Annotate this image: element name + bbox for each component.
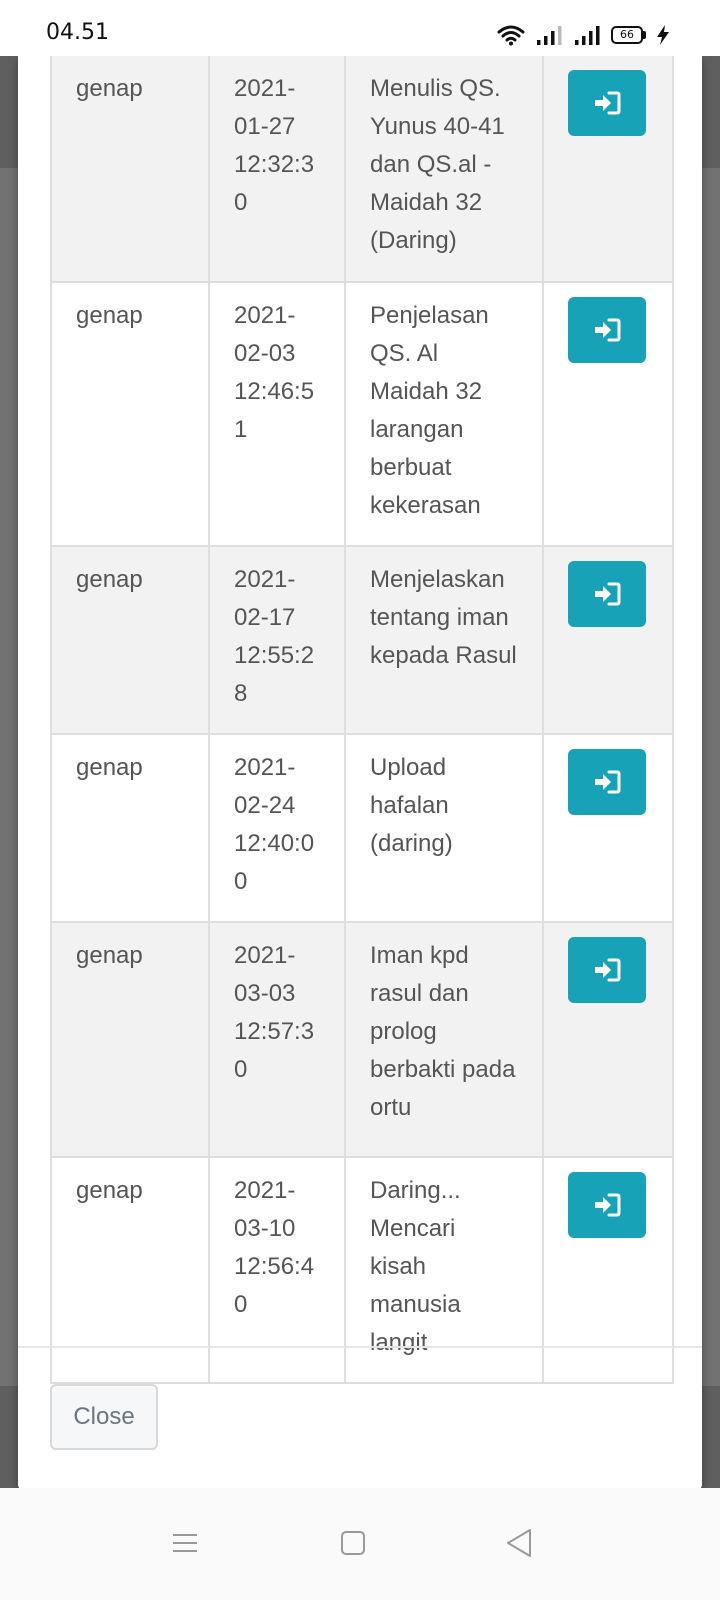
table-row: genap 2021- 03-10 12:56:40 Daring... Menca… [50,1156,674,1384]
description-cell: Menjelaskan tentang iman kepada Rasul [344,545,544,735]
menu-icon[interactable] [160,1518,210,1568]
action-cell [542,281,674,547]
signal-icon [575,26,600,45]
table-row: genap 2021- 01-27 12:32:30 Menulis QS. Yun… [50,56,674,283]
datetime-cell: 2021- 03-03 12:57:30 [208,921,346,1158]
semester-cell: genap [50,1156,210,1384]
action-cell [542,1156,674,1384]
system-navigation-bar [0,1488,720,1600]
home-icon[interactable] [328,1518,378,1568]
action-cell [542,56,674,283]
close-button[interactable]: Close [50,1384,158,1450]
semester-cell: genap [50,545,210,735]
sign-in-icon [595,770,621,794]
semester-cell: genap [50,921,210,1158]
table-row: genap 2021- 02-17 12:55:28 Menjelaskan ten… [50,545,674,735]
datetime-cell: 2021- 03-10 12:56:40 [208,1156,346,1384]
open-entry-button[interactable] [568,1172,646,1238]
open-entry-button[interactable] [568,297,646,363]
sign-in-icon [595,582,621,606]
modal-footer-divider [18,1346,702,1348]
sign-in-icon [595,958,621,982]
semester-cell: genap [50,733,210,923]
signal-icon [537,26,562,45]
open-entry-button[interactable] [568,70,646,136]
battery-level: 66 [611,26,643,44]
open-entry-button[interactable] [568,561,646,627]
wifi-icon [497,25,525,46]
action-cell [542,545,674,735]
journal-table: genap 2021- 01-27 12:32:30 Menulis QS. Yun… [50,56,674,1384]
back-icon[interactable] [494,1518,544,1568]
semester-cell: genap [50,281,210,547]
charging-icon [657,25,669,45]
table-row: genap 2021- 03-03 12:57:30 Iman kpd rasul … [50,921,674,1158]
status-icons: 66 [497,22,670,48]
table-row: genap 2021- 02-03 12:46:51 Penjelasan QS. … [50,281,674,547]
status-time: 04.51 [46,20,109,45]
battery-icon: 66 [611,26,646,44]
open-entry-button[interactable] [568,937,646,1003]
sign-in-icon [595,318,621,342]
action-cell [542,921,674,1158]
datetime-cell: 2021- 02-17 12:55:28 [208,545,346,735]
description-cell: Iman kpd rasul dan prolog berbakti pada … [344,921,544,1158]
description-cell: Penjelasan QS. Al Maidah 32 larangan ber… [344,281,544,547]
modal-dialog: genap 2021- 01-27 12:32:30 Menulis QS. Yun… [18,56,702,1492]
sign-in-icon [595,1193,621,1217]
description-cell: Daring... Mencari kisah manusia langit [344,1156,544,1384]
table-row: genap 2021- 02-24 12:40:00 Upload hafalan … [50,733,674,923]
datetime-cell: 2021- 01-27 12:32:30 [208,56,346,283]
description-cell: Upload hafalan (daring) [344,733,544,923]
status-bar: 04.51 66 [0,0,720,56]
open-entry-button[interactable] [568,749,646,815]
description-cell: Menulis QS. Yunus 40-41 dan QS.al -Maida… [344,56,544,283]
datetime-cell: 2021- 02-03 12:46:51 [208,281,346,547]
datetime-cell: 2021- 02-24 12:40:00 [208,733,346,923]
action-cell [542,733,674,923]
semester-cell: genap [50,56,210,283]
sign-in-icon [595,91,621,115]
